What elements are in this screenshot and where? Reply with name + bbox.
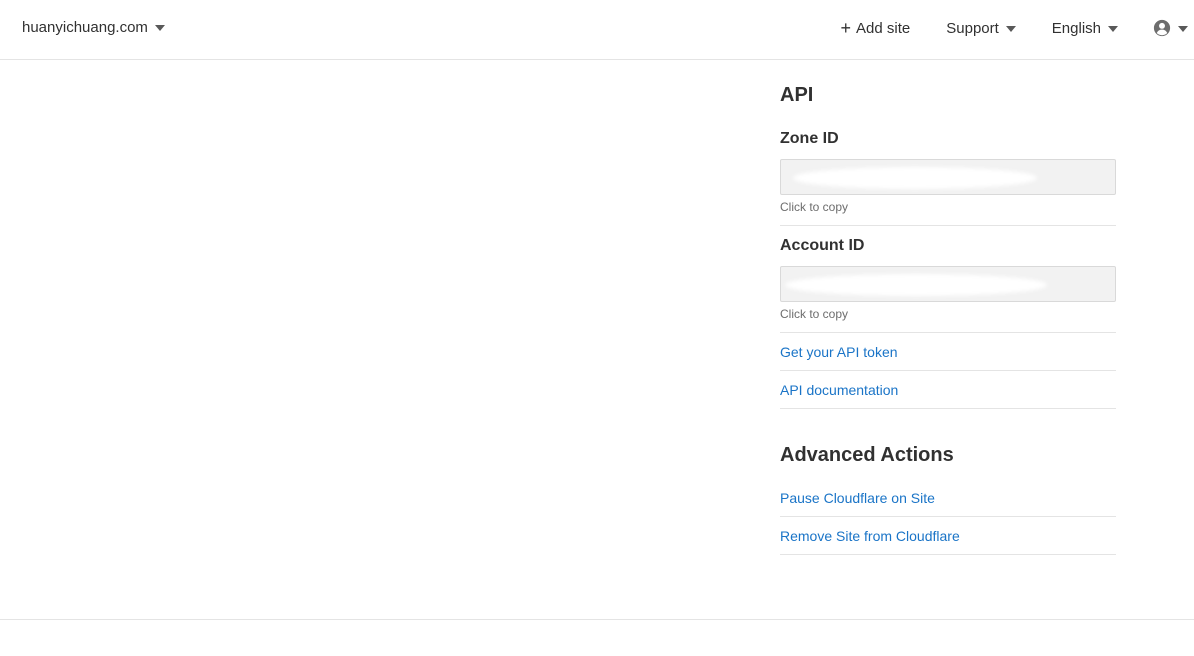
zone-id-copy-field[interactable] bbox=[780, 159, 1116, 195]
account-id-label: Account ID bbox=[780, 237, 865, 254]
add-site-button[interactable]: + Add site bbox=[840, 17, 911, 38]
divider bbox=[780, 554, 1116, 555]
divider bbox=[780, 225, 1116, 226]
chevron-down-icon bbox=[154, 25, 165, 31]
add-site-label: Add site bbox=[856, 19, 911, 37]
remove-site-link[interactable]: Remove Site from Cloudflare bbox=[780, 528, 960, 544]
user-menu[interactable] bbox=[1153, 19, 1188, 37]
plus-icon: + bbox=[840, 17, 852, 38]
header-actions: + Add site Support English bbox=[841, 19, 1194, 37]
language-menu[interactable]: English bbox=[1052, 20, 1118, 37]
account-id-copy-hint: Click to copy bbox=[780, 307, 849, 321]
site-switcher[interactable]: huanyichuang.com bbox=[22, 19, 165, 36]
advanced-actions-title: Advanced Actions bbox=[780, 444, 954, 466]
chevron-down-icon bbox=[1005, 25, 1016, 32]
account-id-copy-field[interactable] bbox=[780, 266, 1116, 302]
account-id-redacted-value bbox=[785, 274, 1047, 296]
zone-id-redacted-value bbox=[793, 167, 1037, 189]
user-avatar-icon bbox=[1153, 19, 1171, 37]
support-menu[interactable]: Support bbox=[946, 20, 1016, 37]
api-section-title: API bbox=[780, 84, 814, 106]
zone-id-label: Zone ID bbox=[780, 130, 839, 147]
footer-divider bbox=[0, 619, 1194, 620]
zone-id-copy-hint: Click to copy bbox=[780, 200, 849, 214]
pause-cloudflare-link[interactable]: Pause Cloudflare on Site bbox=[780, 490, 935, 506]
divider bbox=[780, 332, 1116, 333]
site-name: huanyichuang.com bbox=[22, 19, 148, 36]
divider bbox=[780, 408, 1116, 409]
get-api-token-link[interactable]: Get your API token bbox=[780, 344, 898, 360]
support-label: Support bbox=[946, 19, 999, 37]
language-label: English bbox=[1051, 19, 1101, 37]
divider bbox=[780, 370, 1116, 371]
divider bbox=[780, 516, 1116, 517]
chevron-down-icon bbox=[1108, 25, 1118, 32]
api-documentation-link[interactable]: API documentation bbox=[780, 382, 898, 398]
top-navigation-bar: huanyichuang.com + Add site Support Engl… bbox=[0, 0, 1194, 60]
chevron-down-icon bbox=[1178, 25, 1188, 32]
